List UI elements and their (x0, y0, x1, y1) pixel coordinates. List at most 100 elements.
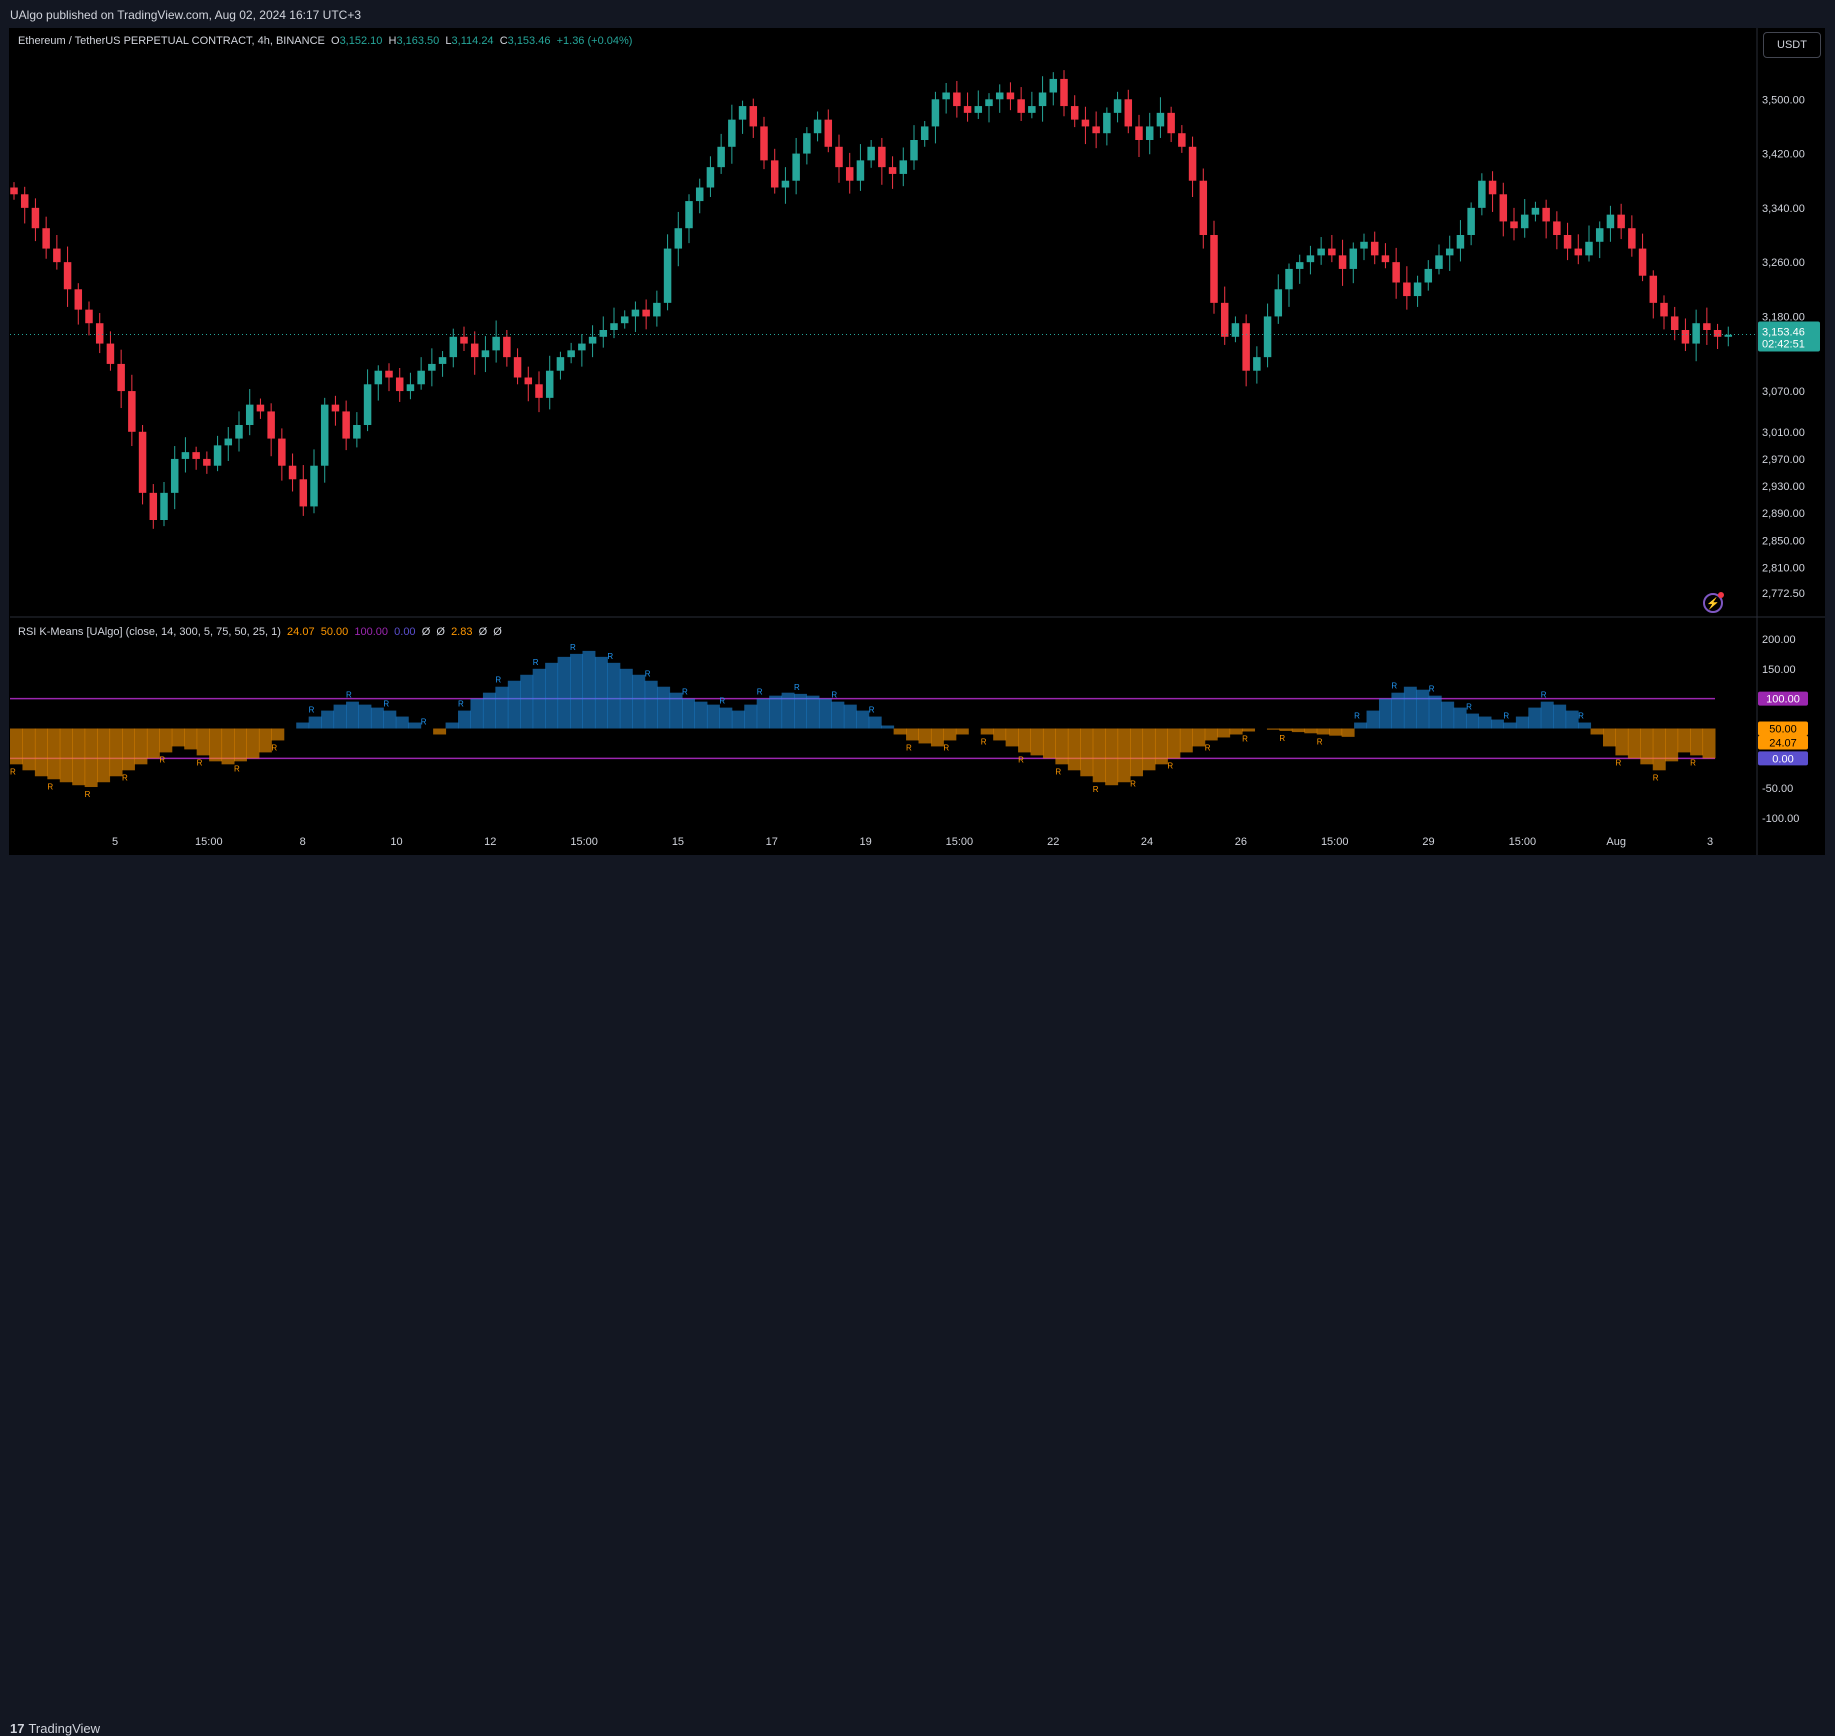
bull-zone-bar (333, 704, 347, 729)
candle-body (695, 187, 704, 202)
open-value: 3,152.10 (339, 35, 383, 47)
bull-zone-bar (744, 704, 758, 729)
tradingview-brand[interactable]: 17 TradingView (10, 1721, 100, 1736)
bear-marker: R (159, 755, 165, 764)
candle-body (235, 425, 243, 439)
bull-zone-bar (607, 662, 621, 729)
candle-body (31, 207, 40, 229)
indicator-axis-tick: 200.00 (1762, 634, 1796, 646)
bull-zone-bar (1528, 707, 1542, 729)
bull-zone-bar (321, 710, 335, 729)
bear-zone-bar (980, 728, 994, 735)
bear-zone-bar (1080, 728, 1094, 777)
candle-body (845, 167, 854, 181)
bear-zone-bar (146, 728, 160, 759)
candle-body (406, 384, 415, 392)
chart-canvas[interactable]: 3,500.003,420.003,340.003,260.003,180.00… (0, 0, 1835, 891)
currency-button[interactable]: USDT (1763, 32, 1821, 58)
candle-body (1520, 214, 1529, 229)
candle-body (1220, 302, 1229, 337)
bull-zone-bar (520, 674, 534, 729)
candle-body (1660, 302, 1668, 317)
bull-zone-bar (769, 695, 783, 729)
bull-zone-bar (881, 725, 895, 729)
bull-marker: R (1354, 712, 1360, 721)
bear-zone-bar (1154, 728, 1168, 765)
candle-body (781, 180, 790, 188)
bear-zone-bar (22, 728, 36, 771)
candle-body (85, 309, 93, 324)
candle-body (770, 160, 779, 188)
bear-zone-bar (10, 728, 23, 765)
bull-zone-bar (545, 662, 559, 729)
price-axis-tick: 2,772.50 (1762, 588, 1805, 600)
candle-body (192, 452, 200, 459)
candle-body (128, 391, 136, 432)
bear-zone-bar (1316, 728, 1330, 735)
candle-body (867, 146, 875, 161)
bull-zone-bar (383, 710, 397, 729)
candle-body (1553, 221, 1561, 235)
candle-body (1467, 207, 1475, 235)
candle-body (42, 228, 50, 249)
bull-zone-bar (1565, 710, 1579, 729)
candle-body (460, 336, 468, 344)
bull-marker: R (1503, 712, 1509, 721)
candle-body (931, 99, 940, 127)
lightning-icon[interactable]: ⚡ (1703, 592, 1724, 613)
candle-body (1081, 119, 1090, 127)
candle-body (1638, 248, 1647, 276)
bull-marker: R (757, 688, 763, 697)
candle-body (792, 153, 800, 181)
brand-label: TradingView (28, 1721, 101, 1736)
candle-body (1113, 99, 1122, 113)
candle-body (170, 458, 179, 493)
candle-body (545, 370, 554, 398)
candle-body (342, 411, 350, 439)
bear-zone-bar (209, 728, 223, 762)
candle-body (738, 106, 747, 120)
bear-marker: R (1130, 779, 1136, 788)
candle-body (374, 370, 383, 385)
indicator-value-6: Ø (436, 626, 445, 638)
price-axis-tick: 3,420.00 (1762, 149, 1805, 161)
bull-zone-bar (868, 716, 882, 729)
bull-marker: R (831, 691, 837, 700)
candle-body (449, 336, 458, 358)
candle-body (728, 119, 736, 147)
candle-body (1595, 228, 1604, 242)
candle-body (10, 187, 18, 195)
candle-body (1413, 282, 1422, 297)
bull-zone-bar (395, 716, 409, 729)
candle-body (353, 425, 361, 439)
bull-zone-bar (296, 722, 310, 729)
candle-body (492, 336, 500, 351)
bear-zone-bar (1092, 728, 1106, 783)
candle-body (106, 343, 115, 364)
bear-zone-bar (1192, 728, 1206, 747)
indicator-legend: RSI K-Means [UAlgo] (close, 14, 300, 5, … (18, 626, 502, 638)
bull-zone-bar (657, 686, 671, 729)
bull-zone-bar (1466, 713, 1480, 729)
candle-body (856, 160, 865, 181)
candle-body (1499, 194, 1508, 222)
bear-marker: R (1018, 755, 1024, 764)
time-axis-tick: 15:00 (946, 836, 974, 848)
candle-body (1445, 248, 1454, 256)
low-value: 3,114.24 (451, 35, 494, 47)
candle-body (1006, 92, 1015, 100)
bear-zone-bar (1602, 728, 1616, 747)
bull-zone-bar (1366, 710, 1380, 729)
bear-marker: R (1242, 734, 1248, 743)
bear-zone-bar (97, 728, 111, 783)
candle-body (385, 370, 393, 378)
bull-marker: R (645, 670, 651, 679)
time-axis-tick: 26 (1235, 836, 1247, 848)
candle-body (149, 492, 158, 520)
candle-body (1145, 126, 1154, 140)
bull-zone-bar (1540, 701, 1554, 729)
candle-body (1049, 78, 1058, 93)
bear-zone-bar (906, 728, 920, 741)
bull-zone-bar (1391, 692, 1405, 729)
price-axis-tick: 2,850.00 (1762, 535, 1805, 547)
